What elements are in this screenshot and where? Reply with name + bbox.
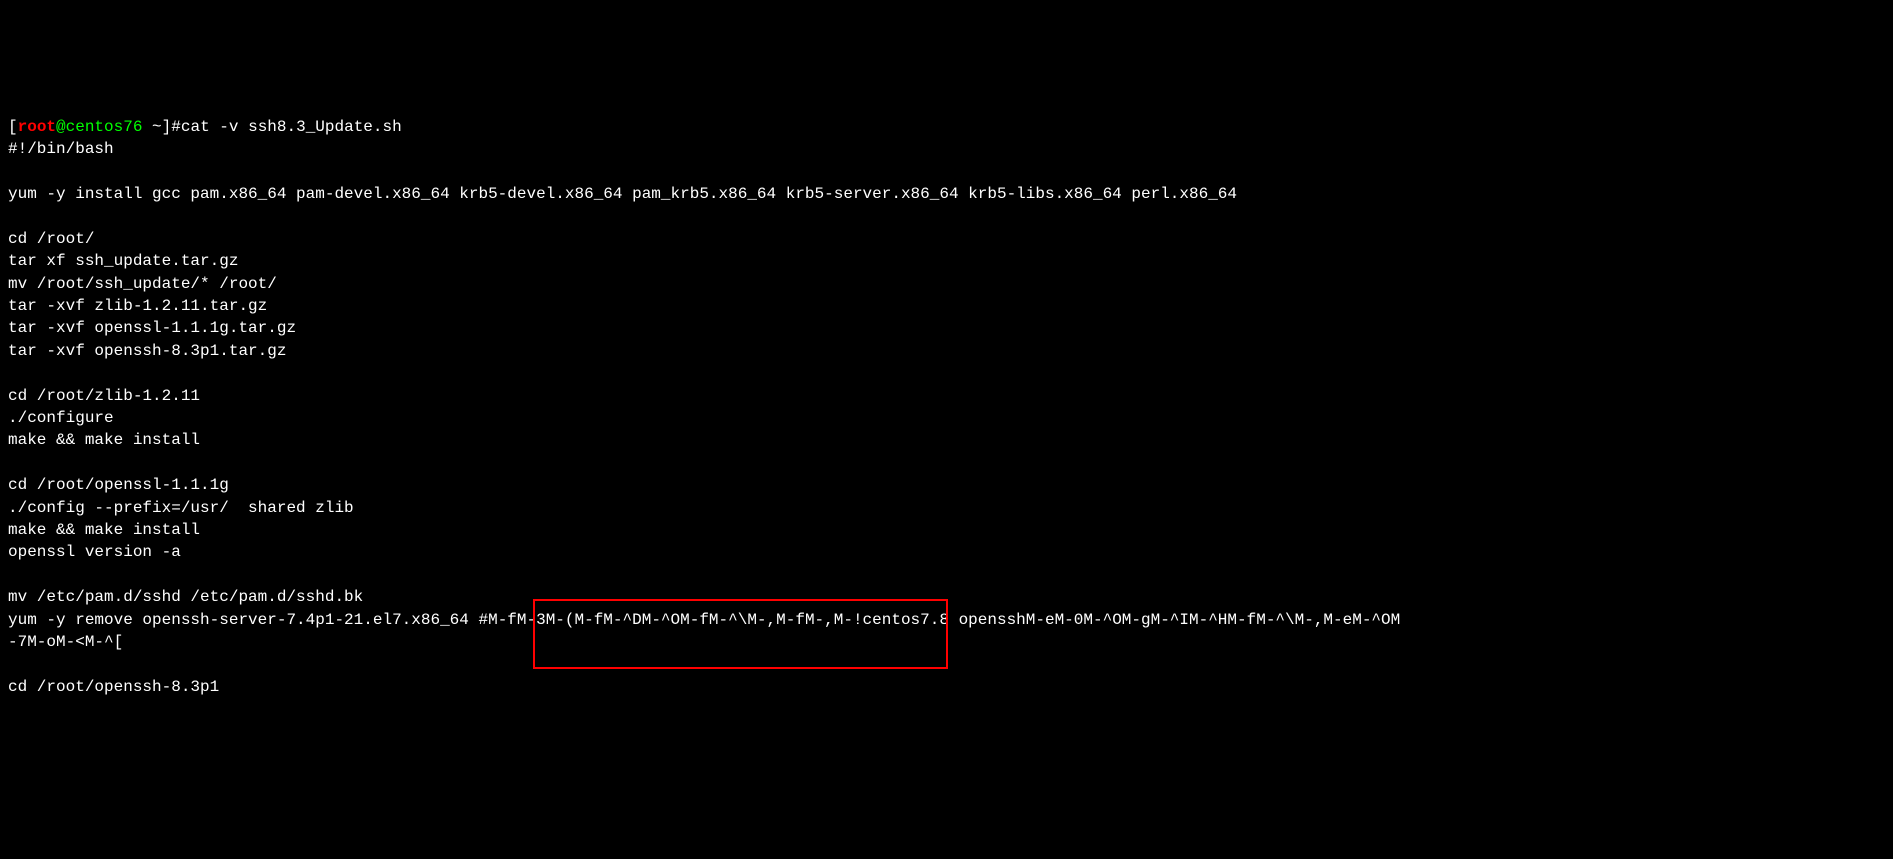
script-line: #!/bin/bash (8, 140, 114, 158)
script-line: mv /root/ssh_update/* /root/ (8, 275, 277, 293)
script-line: openssl version -a (8, 543, 181, 561)
script-line: tar -xvf zlib-1.2.11.tar.gz (8, 297, 267, 315)
script-line: cd /root/ (8, 230, 94, 248)
script-line: tar xf ssh_update.tar.gz (8, 252, 238, 270)
highlight-annotation-box (533, 599, 948, 669)
prompt-hash: # (171, 118, 181, 136)
prompt-at: @ (56, 118, 66, 136)
prompt-space (142, 118, 152, 136)
script-line: -7M-oM-<M-^[ (8, 633, 123, 651)
prompt-open-bracket: [ (8, 118, 18, 136)
script-line: mv /etc/pam.d/sshd /etc/pam.d/sshd.bk (8, 588, 363, 606)
script-line: cd /root/openssh-8.3p1 (8, 678, 219, 696)
script-line-part: centos7.8 opensshM-eM-0M-^OM-gM-^IM-^HM-… (863, 611, 1401, 629)
prompt-path: ~ (152, 118, 162, 136)
prompt-host: centos76 (66, 118, 143, 136)
script-line: ./configure (8, 409, 114, 427)
command-text: cat -v ssh8.3_Update.sh (181, 118, 402, 136)
script-line-part: yum -y remove openssh-server-7.4p1-21.el… (8, 611, 478, 629)
script-line: yum -y install gcc pam.x86_64 pam-devel.… (8, 185, 1237, 203)
script-line: cd /root/zlib-1.2.11 (8, 387, 200, 405)
script-line: tar -xvf openssl-1.1.1g.tar.gz (8, 319, 296, 337)
script-line: make && make install (8, 521, 200, 539)
script-line: make && make install (8, 431, 200, 449)
script-line: ./config --prefix=/usr/ shared zlib (8, 499, 354, 517)
script-line-highlighted: #M-fM-3M-(M-fM-^DM-^OM-fM-^\M-,M-fM-,M-! (478, 611, 862, 629)
script-line: tar -xvf openssh-8.3p1.tar.gz (8, 342, 286, 360)
prompt-user: root (18, 118, 56, 136)
terminal-window: [root@centos76 ~]#cat -v ssh8.3_Update.s… (8, 94, 1885, 743)
script-line: cd /root/openssl-1.1.1g (8, 476, 229, 494)
prompt-close-bracket: ] (162, 118, 172, 136)
